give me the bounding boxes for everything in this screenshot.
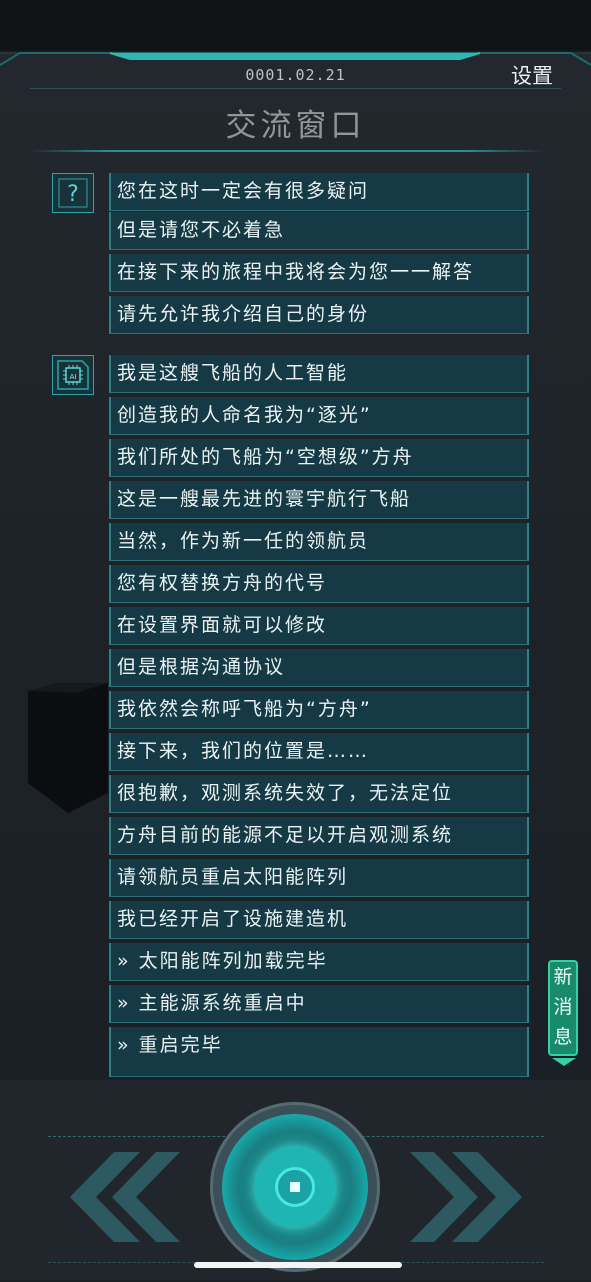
message-line: 我是这艘飞船的人工智能 xyxy=(109,355,529,393)
home-indicator[interactable] xyxy=(194,1262,402,1268)
message-line: 在接下来的旅程中我将会为您一一解答 xyxy=(109,254,529,292)
message-line: 请领航员重启太阳能阵列 xyxy=(109,859,529,897)
core-center-icon xyxy=(275,1167,315,1207)
message-line: 当然，作为新一任的领航员 xyxy=(109,523,529,561)
message-line: 您在这时一定会有很多疑问 xyxy=(109,173,529,211)
svg-text:AI: AI xyxy=(70,373,77,381)
message-line: » 主能源系统重启中 xyxy=(109,985,529,1023)
badge-pointer-icon xyxy=(552,1058,576,1066)
new-message-badge[interactable]: 新 消 息 xyxy=(548,960,578,1056)
message-line: » 太阳能阵列加载完毕 xyxy=(109,943,529,981)
message-line: 我已经开启了设施建造机 xyxy=(109,901,529,939)
core-glow xyxy=(255,1147,335,1227)
message-line: 但是根据沟通协议 xyxy=(109,649,529,687)
message-line: 在设置界面就可以修改 xyxy=(109,607,529,645)
panel-top-frame xyxy=(0,52,591,66)
message-line: 请先允许我介绍自己的身份 xyxy=(109,296,529,334)
header-divider xyxy=(30,88,561,89)
message-line: 但是请您不必着急 xyxy=(109,212,529,250)
question-mark-icon: ? xyxy=(52,173,94,213)
message-line: 方舟目前的能源不足以开启观测系统 xyxy=(109,817,529,855)
ai-chip-icon: AI xyxy=(52,355,94,395)
badge-char: 消 xyxy=(553,996,573,1018)
game-date: 0001.02.21 xyxy=(245,66,346,84)
previous-arrow-icon[interactable] xyxy=(56,1152,180,1242)
next-arrow-icon[interactable] xyxy=(410,1152,534,1242)
message-line: 接下来，我们的位置是…… xyxy=(109,733,529,771)
message-line: 创造我的人命名我为“逐光” xyxy=(109,397,529,435)
message-line: 您有权替换方舟的代号 xyxy=(109,565,529,603)
message-line: » 重启完毕 xyxy=(109,1027,529,1077)
message-line: 这是一艘最先进的寰宇航行飞船 xyxy=(109,481,529,519)
core-button[interactable] xyxy=(210,1102,380,1272)
message-line: 我依然会称呼飞船为“方舟” xyxy=(109,691,529,729)
message-line: 很抱歉，观测系统失效了，无法定位 xyxy=(109,775,529,813)
core-ring xyxy=(222,1114,368,1260)
core-dot xyxy=(290,1182,300,1192)
message-line: 我们所处的飞船为“空想级”方舟 xyxy=(109,439,529,477)
background-cube xyxy=(28,683,108,813)
settings-button[interactable]: 设置 xyxy=(511,60,553,90)
svg-text:?: ? xyxy=(67,182,79,207)
badge-char: 息 xyxy=(553,1026,573,1048)
status-bar-area xyxy=(0,0,591,50)
page-title: 交流窗口 xyxy=(225,108,366,144)
badge-char: 新 xyxy=(553,966,573,988)
title-underline xyxy=(30,150,545,152)
